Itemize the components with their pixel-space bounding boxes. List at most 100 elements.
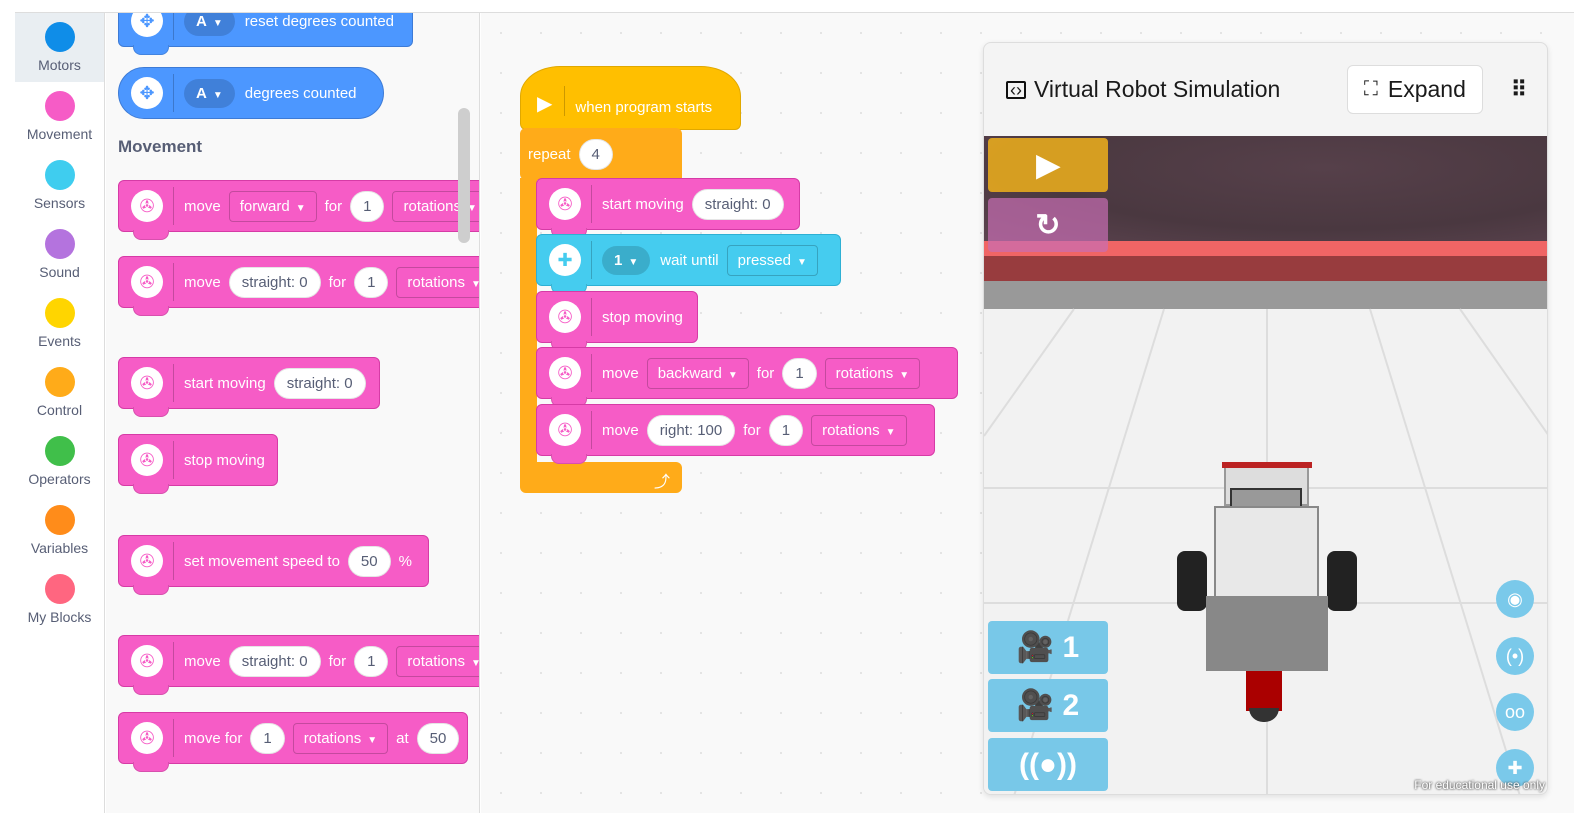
camera-2-button[interactable]: 🎥 2 [988, 679, 1108, 732]
caret-down-icon: ▼ [885, 426, 896, 438]
block-input[interactable]: 1 [250, 722, 285, 754]
block-input[interactable]: straight: 0 [273, 367, 366, 399]
expand-button[interactable]: ⛶ Expand [1346, 65, 1483, 114]
value: degrees counted [244, 84, 357, 102]
block-dropdown[interactable]: rotations ▼ [396, 266, 480, 298]
code-block[interactable]: ✇ stop moving [536, 291, 698, 351]
movement-icon: ✇ [131, 190, 163, 222]
block-input[interactable]: 1 [782, 357, 817, 389]
value: rotations [407, 273, 465, 291]
run-button[interactable]: ▶ [988, 138, 1108, 192]
caret-down-icon: ▼ [470, 278, 480, 290]
category-motors[interactable]: Motors [15, 13, 104, 82]
block-dropdown[interactable]: rotations ▼ [292, 722, 389, 754]
block-input[interactable]: 1 [354, 645, 389, 677]
value: pressed [737, 251, 791, 269]
separator [173, 13, 174, 40]
reset-icon: ↻ [1035, 208, 1061, 242]
touch-sensor-button[interactable]: ◉ [1496, 580, 1534, 618]
block-input[interactable]: straight: 0 [228, 266, 321, 298]
block-dropdown[interactable]: rotations ▼ [811, 414, 907, 446]
value: move [184, 273, 221, 291]
block-input[interactable]: 1 [354, 266, 389, 298]
code-block[interactable]: ✇ start moving straight: 0 [536, 178, 800, 238]
camera-1-label: 1 [1062, 630, 1080, 664]
simulation-canvas[interactable]: ▶ ↻ 🎥 1 🎥 2 ((●)) ◉ (•) oo ✚ For educati… [984, 136, 1547, 794]
value: move [184, 197, 221, 215]
code-block[interactable]: ✥ A ▼ degrees counted [118, 67, 384, 119]
code-block[interactable]: ✇ start moving straight: 0 [118, 357, 380, 417]
repeat-count-input[interactable]: 4 [578, 138, 613, 170]
value: straight: 0 [241, 273, 308, 291]
category-control[interactable]: Control [15, 358, 104, 427]
caret-down-icon: ▼ [899, 369, 910, 381]
block-label: stop moving [602, 309, 683, 326]
ultrasonic-sensor-button[interactable]: oo [1496, 693, 1534, 731]
value: start moving [602, 195, 684, 213]
block-label: for [757, 365, 775, 382]
value: start moving [184, 374, 266, 392]
drag-handle-icon[interactable]: ⠿ [1511, 77, 1527, 103]
category-my-blocks[interactable]: My Blocks [15, 565, 104, 634]
block-input[interactable]: 50 [416, 722, 460, 754]
touch-sensor-icon: ◉ [1507, 588, 1523, 609]
caret-down-icon: ▼ [470, 657, 480, 669]
block-input[interactable]: 50 [347, 545, 391, 577]
block-dropdown[interactable]: forward ▼ [228, 190, 317, 222]
when-program-starts-block[interactable]: ▶ when program starts [520, 66, 741, 130]
category-operators[interactable]: Operators [15, 427, 104, 496]
brick-buttons-icon: ✚ [549, 244, 581, 276]
category-label: Sound [39, 264, 80, 280]
category-movement[interactable]: Movement [15, 82, 104, 151]
value: move for [184, 729, 243, 747]
block-input[interactable]: straight: 0 [228, 645, 321, 677]
block-input[interactable]: 1 [350, 190, 385, 222]
block-label: move [184, 653, 221, 670]
block-dropdown[interactable]: A ▼ [184, 78, 235, 108]
block-input[interactable]: right: 100 [646, 414, 736, 446]
code-block[interactable]: ✇ move right: 100 for 1 rotations ▼ [536, 404, 935, 464]
code-block[interactable]: ✇ move straight: 0 for 1 rotations ▼ [118, 256, 480, 316]
caret-down-icon: ▼ [212, 17, 223, 29]
value: for [743, 421, 761, 439]
category-color-dot [44, 22, 75, 52]
block-dropdown[interactable]: rotations ▼ [824, 357, 921, 389]
code-block[interactable]: ✥ A ▼ reset degrees counted [118, 13, 413, 55]
block-dropdown[interactable]: backward ▼ [646, 357, 749, 389]
category-color-dot [44, 91, 75, 121]
block-input[interactable]: straight: 0 [691, 188, 784, 220]
broadcast-button[interactable]: ((●)) [988, 738, 1108, 791]
palette-scrollbar[interactable] [458, 108, 470, 243]
code-block[interactable]: ✚ 1 ▼ wait until pressed ▼ [536, 234, 841, 294]
value: 1 [367, 652, 376, 670]
motor-icon: ✥ [131, 77, 163, 109]
block-dropdown[interactable]: 1 ▼ [602, 245, 651, 275]
code-block[interactable]: ✇ set movement speed to 50% [118, 535, 429, 595]
block-input[interactable]: 1 [768, 414, 804, 446]
category-sensors[interactable]: Sensors [15, 151, 104, 220]
block-dropdown[interactable]: pressed ▼ [726, 244, 818, 276]
block-dropdown[interactable]: A ▼ [184, 13, 235, 36]
category-color-dot [44, 298, 75, 328]
camera-1-button[interactable]: 🎥 1 [988, 621, 1108, 674]
category-sound[interactable]: Sound [15, 220, 104, 289]
code-block[interactable]: ✇ move backward ▼ for 1 rotations ▼ [536, 347, 958, 407]
category-events[interactable]: Events [15, 289, 104, 358]
block-dropdown[interactable]: rotations ▼ [396, 645, 480, 677]
color-sensor-button[interactable]: (•) [1496, 637, 1534, 675]
code-block[interactable]: ✇ stop moving [118, 434, 278, 494]
code-block[interactable]: ✇ move for 1 rotations ▼ at 50 [118, 712, 469, 772]
category-label: Movement [26, 126, 93, 142]
value: set movement speed to [184, 552, 340, 570]
value: 1 [367, 273, 376, 291]
value: reset degrees counted [244, 13, 395, 30]
code-block[interactable]: ✇ move straight: 0 for 1 rotations ▼ [118, 635, 480, 695]
separator [591, 411, 592, 449]
reset-button[interactable]: ↻ [988, 198, 1108, 252]
separator [173, 642, 174, 680]
value: wait until [660, 251, 719, 269]
category-variables[interactable]: Variables [15, 496, 104, 565]
palette-heading-movement: Movement [118, 137, 203, 156]
category-color-dot [44, 505, 75, 535]
code-block[interactable]: ✇ move forward ▼ for 1 rotations ▼ [118, 180, 479, 240]
